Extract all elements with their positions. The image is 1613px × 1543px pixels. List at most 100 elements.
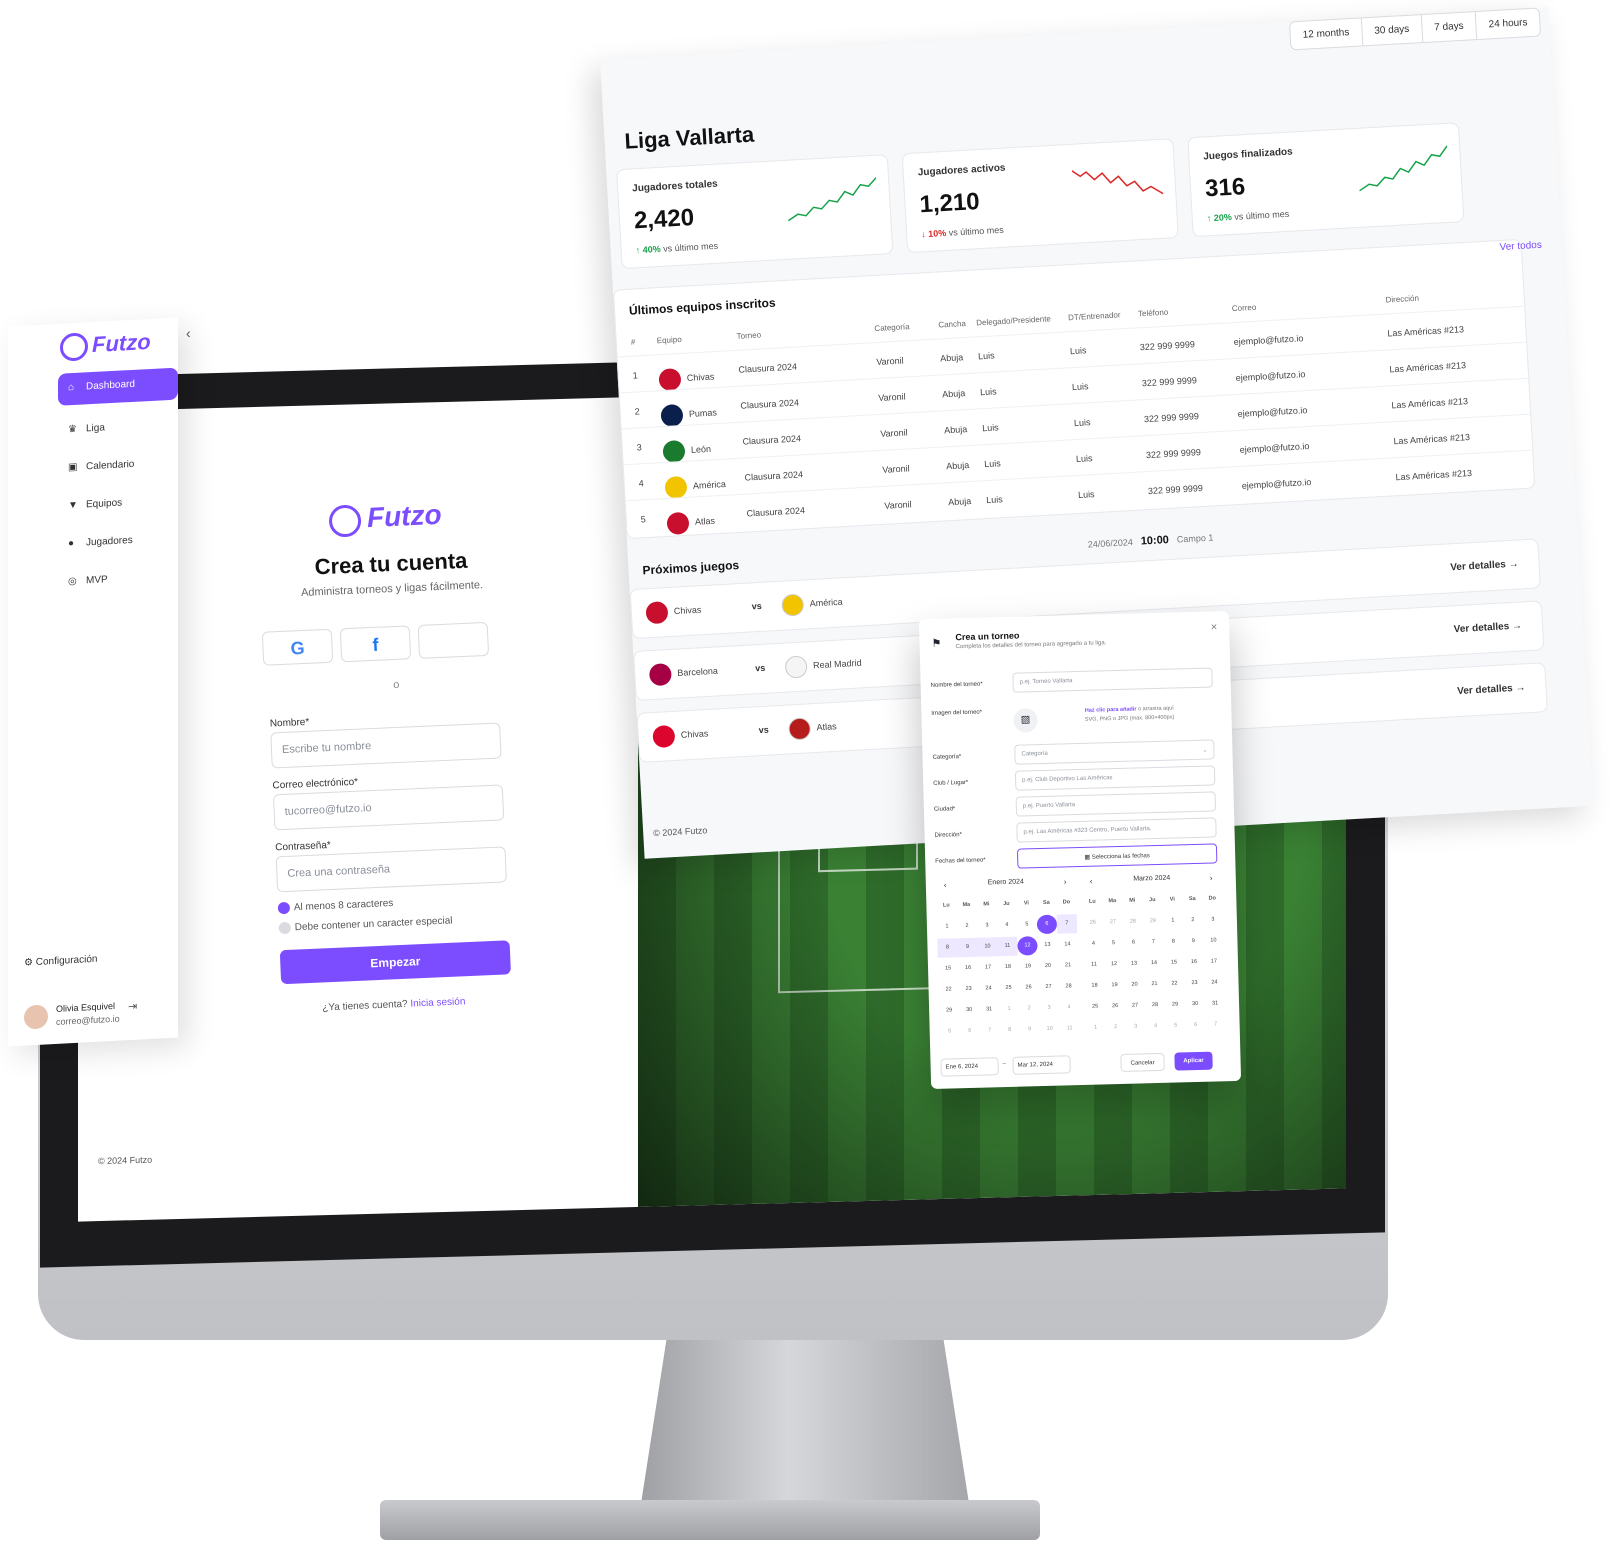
- calendar-day[interactable]: 6: [1185, 1016, 1205, 1036]
- calendar-day[interactable]: 22: [1164, 974, 1184, 994]
- sidebar-item-dashboard[interactable]: ⌂ Dashboard: [58, 367, 178, 406]
- sidebar-item-equipos[interactable]: ▼ Equipos: [58, 486, 178, 524]
- logout-icon[interactable]: ⇥: [128, 1000, 137, 1013]
- calendar-day[interactable]: 25: [1085, 997, 1105, 1017]
- calendar-day[interactable]: 11: [1084, 955, 1104, 975]
- calendar-day[interactable]: 14: [1144, 954, 1164, 974]
- calendar-day[interactable]: 28: [1058, 977, 1078, 997]
- calendar-day[interactable]: 5: [1017, 915, 1037, 935]
- calendar-day[interactable]: 11: [1059, 1019, 1079, 1039]
- calendar-day[interactable]: 7: [1143, 933, 1163, 953]
- upload-link[interactable]: Haz clic para añadir: [1085, 706, 1137, 713]
- city-input[interactable]: p.ej. Puerto Vallarta: [1015, 791, 1217, 817]
- calendar-day[interactable]: 23: [1184, 974, 1204, 994]
- sidebar-item-calendario[interactable]: ▣ Calendario: [58, 448, 178, 486]
- image-upload[interactable]: ▨ Haz clic para añadir o arrastra aquí SV…: [1013, 695, 1214, 740]
- calendar-day[interactable]: 29: [1143, 912, 1163, 932]
- calendar-day[interactable]: 28: [1145, 996, 1165, 1016]
- calendar-day[interactable]: 26: [1105, 997, 1125, 1017]
- calendar-day[interactable]: 14: [1057, 935, 1077, 955]
- name-input[interactable]: Escribe tu nombre: [270, 722, 502, 769]
- calendar-day[interactable]: 1: [1085, 1018, 1105, 1038]
- email-input[interactable]: tucorreo@futzo.io: [272, 784, 505, 831]
- calendar-day[interactable]: 27: [1038, 978, 1058, 998]
- calendar-day[interactable]: 10: [1039, 1020, 1059, 1040]
- calendar-day[interactable]: 4: [1083, 934, 1103, 954]
- calendar-day[interactable]: 10: [977, 937, 998, 957]
- calendar-day[interactable]: 27: [1125, 996, 1145, 1016]
- calendar-day[interactable]: 28: [1123, 912, 1143, 932]
- calendar-day[interactable]: 8: [1163, 932, 1183, 952]
- calendar-day[interactable]: 7: [1056, 914, 1078, 934]
- category-select[interactable]: Categoría ⌄: [1014, 739, 1215, 765]
- calendar-day[interactable]: 1: [999, 1000, 1019, 1020]
- calendar-day[interactable]: 3: [1125, 1017, 1145, 1037]
- calendar-day[interactable]: 31: [979, 1000, 999, 1020]
- login-link[interactable]: Inicia sesión: [410, 996, 465, 1009]
- close-icon[interactable]: ×: [1211, 621, 1218, 633]
- calendar-day[interactable]: 9: [1183, 932, 1203, 952]
- calendar-day[interactable]: 9: [957, 937, 978, 958]
- submit-button[interactable]: Empezar: [279, 940, 511, 985]
- cancel-button[interactable]: Cancelar: [1120, 1052, 1165, 1073]
- select-dates-button[interactable]: ▦ Selecciona las fechas: [1016, 843, 1218, 869]
- calendar-day[interactable]: 2: [1105, 1018, 1125, 1038]
- calendar-day[interactable]: 21: [1144, 975, 1164, 995]
- calendar-day[interactable]: 4: [1059, 998, 1079, 1018]
- address-input[interactable]: p.ej. Las Américas #323 Centro, Puerto V…: [1016, 817, 1217, 843]
- calendar-day[interactable]: 26: [1083, 913, 1103, 933]
- calendar-day[interactable]: 16: [1184, 953, 1204, 973]
- calendar-day[interactable]: 26: [1018, 978, 1038, 998]
- calendar-day[interactable]: 22: [938, 980, 958, 1000]
- calendar-day[interactable]: 7: [979, 1021, 999, 1041]
- calendar-day[interactable]: 29: [1165, 995, 1185, 1015]
- calendar-day[interactable]: 27: [1103, 913, 1123, 933]
- start-date-input[interactable]: Ene 6, 2024: [940, 1057, 999, 1077]
- time-range-30-days[interactable]: 30 days: [1361, 15, 1424, 46]
- calendar-day[interactable]: 18: [1084, 976, 1104, 996]
- facebook-button[interactable]: f: [339, 625, 412, 663]
- calendar-day[interactable]: 18: [998, 958, 1018, 978]
- sidebar-item-liga[interactable]: ♛ Liga: [58, 410, 178, 448]
- calendar-day[interactable]: 23: [958, 980, 978, 1000]
- calendar-day[interactable]: 10: [1203, 931, 1223, 951]
- calendar-day[interactable]: 6: [1036, 914, 1058, 935]
- calendar-day[interactable]: 4: [1145, 1017, 1165, 1037]
- calendar-day[interactable]: 25: [998, 979, 1018, 999]
- calendar-day[interactable]: 2: [957, 917, 977, 937]
- calendar-day[interactable]: 29: [939, 1001, 959, 1021]
- end-date-input[interactable]: Mar 12, 2024: [1012, 1055, 1071, 1075]
- calendar-day[interactable]: 16: [958, 959, 978, 979]
- calendar-day[interactable]: 17: [1204, 952, 1224, 972]
- calendar-day[interactable]: 3: [977, 916, 997, 936]
- calendar-day[interactable]: 12: [1017, 936, 1038, 956]
- calendar-day[interactable]: 11: [997, 936, 1018, 957]
- calendar-day[interactable]: 24: [1204, 973, 1224, 993]
- calendar-day[interactable]: 19: [1104, 976, 1124, 996]
- calendar-day[interactable]: 30: [1185, 995, 1205, 1015]
- calendar-day[interactable]: 21: [1058, 956, 1078, 976]
- view-all-link[interactable]: Ver todos: [1499, 240, 1542, 253]
- chevron-right-icon[interactable]: ›: [1210, 874, 1213, 883]
- calendar-day[interactable]: 3: [1203, 910, 1223, 930]
- google-button[interactable]: G: [261, 628, 334, 666]
- chevron-right-icon[interactable]: ›: [1064, 877, 1067, 886]
- calendar-day[interactable]: 15: [1164, 953, 1184, 973]
- sidebar-item-mvp[interactable]: ◎ MVP: [58, 562, 178, 600]
- calendar-day[interactable]: 17: [978, 958, 998, 978]
- calendar-day[interactable]: 24: [978, 979, 998, 999]
- calendar-day[interactable]: 30: [959, 1001, 979, 1021]
- time-range-24-hours[interactable]: 24 hours: [1476, 9, 1540, 39]
- calendar-day[interactable]: 5: [1165, 1016, 1185, 1036]
- view-details-button[interactable]: Ver detalles →: [1450, 559, 1519, 574]
- password-input[interactable]: Crea una contraseña: [275, 846, 507, 893]
- calendar-day[interactable]: 6: [959, 1022, 979, 1042]
- calendar-day[interactable]: 20: [1038, 957, 1058, 977]
- calendar-day[interactable]: 2: [1183, 911, 1203, 931]
- view-details-button[interactable]: Ver detalles →: [1457, 682, 1526, 697]
- calendar-day[interactable]: 9: [1019, 1020, 1039, 1040]
- calendar-day[interactable]: 6: [1123, 933, 1143, 953]
- tournament-name-input[interactable]: p.ej. Torneo Vallarta: [1012, 667, 1213, 693]
- calendar-day[interactable]: 31: [1205, 994, 1225, 1014]
- time-range-7-days[interactable]: 7 days: [1421, 12, 1478, 43]
